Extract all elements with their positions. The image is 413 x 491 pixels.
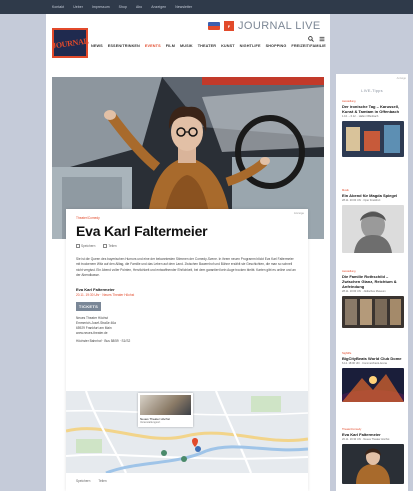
topbar-link[interactable]: Newsletter [175,5,192,9]
event-title: Eva Karl Faltermeier [76,286,115,292]
top-utility-bar: Kontakt Ueber Impressum Shop Abo Anzeige… [0,0,413,14]
main-page: JOURNAL F JOURNAL LIVE NEWS ESSEN/TRINKE… [46,14,330,491]
sidebar: Anzeige LIVE-Tipps Ausstellung Der ironi… [336,74,408,491]
topbar-link[interactable]: Impressum [92,5,110,9]
sidebar-item-detail: 1.10. – 6.12. · Hafen Offenbach [342,115,379,118]
journal-live-brand[interactable]: F JOURNAL LIVE [208,19,321,33]
footer-share-button[interactable]: Teilen [98,479,106,483]
sidebar-note: Anzeige [396,77,406,80]
bookmark-icon [76,244,80,249]
sidebar-item-image [342,296,404,329]
card-footer-actions: Speichern Teilen [76,479,107,483]
venue-info: Neues Theater Höchst Emmerich-Josef-Stra… [76,316,298,344]
sidebar-item-kicker: Theater/Comedy [342,428,362,431]
sidebar-item-image [342,121,404,158]
nav-item-shopping[interactable]: SHOPPING [266,44,287,48]
sidebar-item-detail: 6.12. 18:00 Uhr · Commerzbank-Arena [342,362,387,365]
save-label: Speichern [81,244,96,248]
topbar-link[interactable]: Kontakt [52,5,64,9]
nav-item-events[interactable]: EVENTS [145,44,161,48]
share-button[interactable]: Teilen [103,244,117,249]
sidebar-item-headline: Ein Abend für Magda Spiegel [342,193,398,198]
venue-map[interactable]: Neues Theater Höchst Veranstaltungsort [66,391,308,473]
save-button[interactable]: Speichern [76,244,96,249]
nav-item-kunst[interactable]: KUNST [221,44,235,48]
venue-transit: Höchster Bahnhof · Bus 58/59 · S1/S2 [76,338,131,343]
article-body: Sie ist die Queen des bayerischen Humors… [76,257,296,277]
event-date: 20.11. 19:30 Uhr · Neues Theater Höchst [76,292,135,297]
topbar-link[interactable]: Abo [136,5,142,9]
map-popup-subtitle: Veranstaltungsort [140,421,161,424]
sidebar-item-detail: 28.11. 20:00 Uhr · Oper Frankfurt [342,199,381,202]
sidebar-item-detail: 20.11. 19:30 Uhr · Neues Theater Höchst [342,438,390,441]
sidebar-item[interactable]: Ausstellung Die Familie Rothschild – Zwi… [342,270,404,333]
sidebar-item-kicker: Ausstellung [342,100,356,103]
header-icons [308,36,325,42]
share-icon [103,244,108,249]
sidebar-item[interactable]: Nightlife BigCityBeats World Club Dome 6… [339,352,407,407]
topbar-link[interactable]: Ueber [73,5,83,9]
article-actions: Speichern Teilen [76,244,298,249]
sidebar-item[interactable]: Musik Ein Abend für Magda Spiegel 28.11.… [342,189,404,258]
sidebar-item-kicker: Ausstellung [342,270,356,273]
nav-item-freizeit-familie[interactable]: FREIZEIT/FAMILIE [291,44,326,48]
sidebar-item-image [339,368,407,407]
venue-website-link[interactable]: www.neues-theater.de [76,331,298,336]
main-nav: NEWS ESSEN/TRINKEN EVENTS FILM MUSIK THE… [91,44,326,48]
sidebar-item-kicker: Musik [342,189,349,192]
article-card: Anzeige Theater/Comedy Eva Karl Falterme… [66,209,308,491]
site-logo[interactable]: JOURNAL [51,28,89,58]
search-icon[interactable] [308,36,314,42]
article-title: Eva Karl Faltermeier [76,223,208,239]
flag-icon [208,22,220,30]
sidebar-item-headline: Eva Karl Faltermeier [342,432,381,437]
topbar-link[interactable]: Anzeigen [151,5,166,9]
brand-title: JOURNAL LIVE [238,20,321,32]
article-kicker[interactable]: Theater/Comedy [76,216,298,220]
nav-item-news[interactable]: NEWS [91,44,103,48]
nav-item-nightlife[interactable]: NIGHTLIFE [240,44,261,48]
sidebar-item[interactable]: Ausstellung Der ironische Tag – Karussel… [342,100,404,162]
share-label: Teilen [108,244,117,248]
sidebar-item-headline: Die Familie Rothschild – Zwischen Glanz,… [342,274,397,289]
nav-item-essen-trinken[interactable]: ESSEN/TRINKEN [108,44,140,48]
nav-item-film[interactable]: FILM [166,44,175,48]
brand-badge: F [224,21,234,31]
menu-icon[interactable] [319,36,325,42]
footer-save-button[interactable]: Speichern [76,479,90,483]
topbar-link[interactable]: Shop [119,5,127,9]
card-note: Anzeige [293,211,304,215]
sidebar-item-image [342,205,404,254]
nav-item-musik[interactable]: MUSIK [180,44,193,48]
map-popup-image [140,395,191,415]
sidebar-item-kicker: Nightlife [342,352,352,355]
map-popup[interactable]: Neues Theater Höchst Veranstaltungsort [138,393,193,427]
sidebar-item[interactable]: Theater/Comedy Eva Karl Faltermeier 20.1… [342,428,404,489]
sidebar-item-image [342,444,404,485]
nav-item-theater[interactable]: THEATER [198,44,216,48]
tickets-button[interactable]: TICKETS [76,301,101,311]
sidebar-item-headline: Der ironische Tag – Karussell, Kunst & T… [342,104,400,114]
sidebar-item-detail: 28.11. 10:00 Uhr · Jüdisches Museum [342,290,386,293]
sidebar-item-headline: BigCityBeats World Club Dome [342,356,402,361]
sidebar-heading: LIVE-Tipps [361,88,383,93]
logo-text: JOURNAL [51,35,89,51]
